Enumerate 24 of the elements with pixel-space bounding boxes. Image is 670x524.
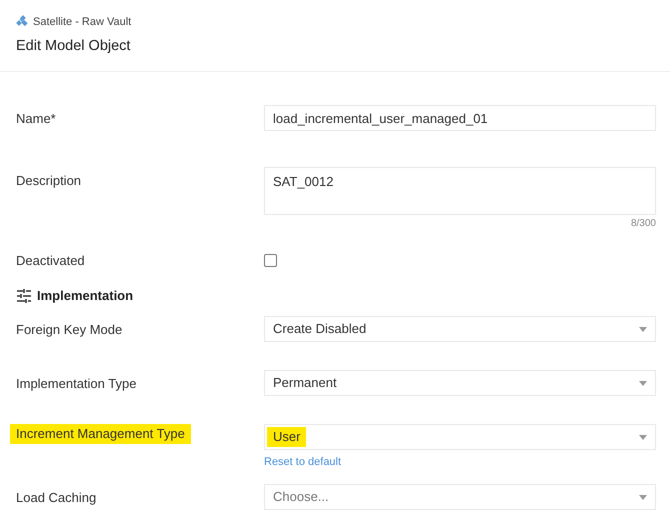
character-counter: 8/300 <box>630 218 656 229</box>
section-heading: Implementation <box>37 288 134 303</box>
dropdown[interactable]: Permanent <box>264 370 656 396</box>
caret-icon <box>639 434 647 440</box>
dropdown[interactable]: Choose... <box>264 484 656 510</box>
field-label: Implementation Type <box>16 375 136 392</box>
page-title: Edit Model Object <box>16 38 130 54</box>
field-label: Foreign Key Mode <box>16 321 122 338</box>
dropdown[interactable]: Create Disabled <box>264 316 656 342</box>
field-label: Description <box>16 172 82 189</box>
field-label: Increment Management Type <box>10 424 191 444</box>
description-field[interactable]: SAT_0012 <box>264 167 656 215</box>
satellite-icon <box>16 15 29 28</box>
field-label: Deactivated <box>16 252 85 269</box>
checkbox[interactable] <box>264 254 277 267</box>
caret-icon <box>639 326 647 332</box>
field-label: Name* <box>16 110 56 127</box>
caret-icon <box>639 380 647 386</box>
field-label: Load Caching <box>16 489 96 506</box>
name-field[interactable]: load_incremental_user_managed_01 <box>264 105 656 131</box>
breadcrumb: Satellite - Raw Vault <box>33 16 132 28</box>
dropdown[interactable]: User <box>264 424 656 450</box>
caret-icon <box>639 494 647 500</box>
sliders-icon <box>16 288 32 302</box>
